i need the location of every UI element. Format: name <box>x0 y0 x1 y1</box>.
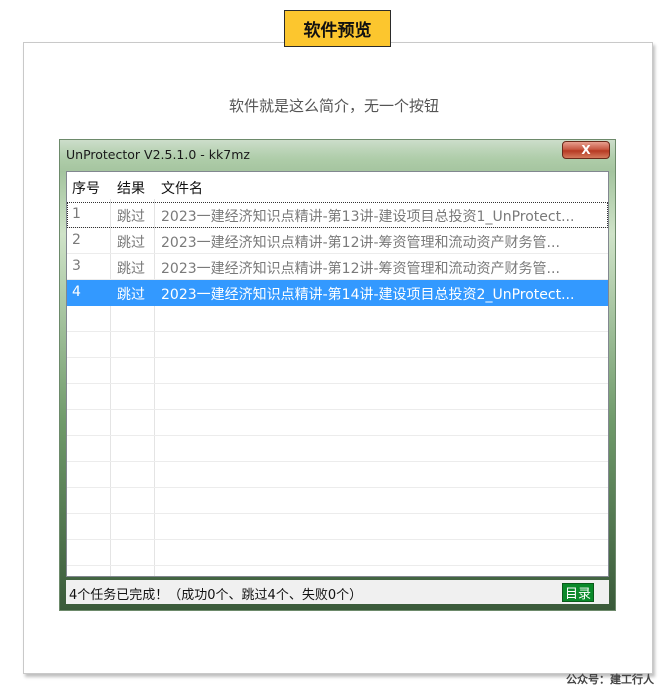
column-header-index[interactable]: 序号 <box>72 178 100 198</box>
empty-row <box>67 436 608 462</box>
close-button[interactable]: X <box>562 141 610 159</box>
empty-row <box>67 332 608 358</box>
preview-subtitle: 软件就是这么简介，无一个按钮 <box>228 97 439 115</box>
empty-row <box>67 462 608 488</box>
watermark-text: 公众号：建工行人 <box>566 673 654 686</box>
row-index: 4 <box>72 284 81 300</box>
list-item[interactable]: 2 跳过 2023一建经济知识点精讲-第12讲-筹资管理和流动资产财务管... <box>67 228 608 254</box>
row-filename: 2023一建经济知识点精讲-第13讲-建设项目总投资1_UnProtect... <box>161 209 575 225</box>
row-result: 跳过 <box>117 235 145 251</box>
empty-row <box>67 410 608 436</box>
close-icon: X <box>581 143 591 157</box>
row-filename: 2023一建经济知识点精讲-第12讲-筹资管理和流动资产财务管... <box>161 235 560 251</box>
list-header: 序号 结果 文件名 <box>67 172 608 199</box>
section-title-badge: 软件预览 <box>284 10 391 47</box>
row-index: 1 <box>72 206 81 222</box>
row-index: 3 <box>72 258 81 274</box>
row-result: 跳过 <box>117 287 145 303</box>
empty-row <box>67 540 608 566</box>
row-index: 2 <box>72 232 81 248</box>
empty-row <box>67 306 608 332</box>
status-text: 4个任务已完成！（成功0个、跳过4个、失败0个） <box>69 588 363 603</box>
row-result: 跳过 <box>117 209 145 225</box>
app-window: UnProtector V2.5.1.0 - kk7mz X 序号 结果 文件名… <box>59 139 616 611</box>
list-item[interactable]: 3 跳过 2023一建经济知识点精讲-第12讲-筹资管理和流动资产财务管... <box>67 254 608 280</box>
empty-row <box>67 384 608 410</box>
window-title: UnProtector V2.5.1.0 - kk7mz <box>66 147 250 162</box>
open-directory-button[interactable]: 目录 <box>562 583 594 602</box>
window-titlebar[interactable]: UnProtector V2.5.1.0 - kk7mz X <box>60 140 615 171</box>
list-item[interactable]: 1 跳过 2023一建经济知识点精讲-第13讲-建设项目总投资1_UnProte… <box>67 202 608 228</box>
empty-row <box>67 488 608 514</box>
status-bar: 4个任务已完成！（成功0个、跳过4个、失败0个） 目录 <box>66 580 609 604</box>
row-filename: 2023一建经济知识点精讲-第12讲-筹资管理和流动资产财务管... <box>161 261 560 277</box>
row-result: 跳过 <box>117 261 145 277</box>
empty-row <box>67 358 608 384</box>
list-item-selected[interactable]: 4 跳过 2023一建经济知识点精讲-第14讲-建设项目总投资2_UnProte… <box>67 280 608 306</box>
empty-row <box>67 514 608 540</box>
column-header-filename[interactable]: 文件名 <box>161 178 203 198</box>
column-header-result[interactable]: 结果 <box>117 178 145 198</box>
file-list[interactable]: 序号 结果 文件名 1 跳过 2023一建经济知识点精讲-第13讲-建设项目总投… <box>66 171 609 577</box>
row-filename: 2023一建经济知识点精讲-第14讲-建设项目总投资2_UnProtect... <box>161 287 575 303</box>
